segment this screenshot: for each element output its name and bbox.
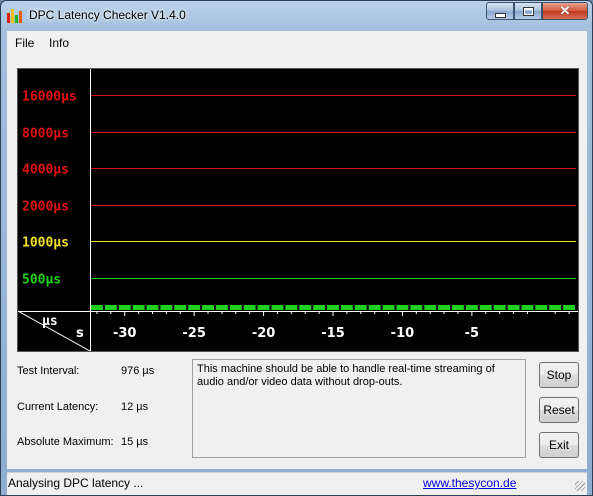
absolute-max-label: Absolute Maximum: — [17, 436, 114, 448]
title-bar[interactable]: DPC Latency Checker V1.4.0 ✕ — [1, 1, 592, 31]
close-icon: ✕ — [559, 3, 571, 18]
latency-bar — [327, 305, 339, 310]
latency-bar — [340, 305, 353, 310]
latency-bar — [410, 305, 423, 310]
latency-bar — [563, 305, 575, 310]
ylabel-1000: 1000µs — [22, 236, 69, 251]
latency-bar — [299, 305, 312, 310]
maximize-button[interactable] — [514, 2, 542, 20]
latency-bar — [479, 305, 492, 310]
test-interval-label: Test Interval: — [17, 365, 80, 377]
ylabel-500: 500µs — [22, 273, 61, 288]
ylabel-16000: 16000µs — [22, 90, 77, 105]
exit-button[interactable]: Exit — [539, 432, 579, 458]
minimize-button[interactable] — [486, 2, 514, 20]
ylabel-4000: 4000µs — [22, 163, 69, 178]
latency-bar — [229, 305, 242, 310]
latency-bar — [216, 305, 228, 310]
resize-grip[interactable] — [575, 481, 585, 491]
latency-bar — [132, 305, 145, 310]
latency-bar — [452, 305, 464, 310]
menu-info[interactable]: Info — [49, 36, 69, 50]
reset-button[interactable]: Reset — [539, 397, 579, 423]
latency-bar — [243, 305, 256, 310]
minimize-icon — [494, 12, 506, 18]
status-message: This machine should be able to handle re… — [192, 359, 526, 458]
latency-bar — [368, 305, 381, 310]
latency-bar — [382, 305, 395, 310]
latency-bar — [507, 305, 520, 310]
latency-bar — [549, 305, 562, 310]
unit-bottom-label: s — [76, 326, 84, 341]
website-link[interactable]: www.thesycon.de — [423, 476, 516, 490]
x-tick-label: -25 — [182, 326, 206, 341]
latency-chart: 16000µs 8000µs 4000µs 2000µs 1000µs 500µs µs s -… — [17, 68, 579, 352]
test-interval-value: 976 µs — [121, 365, 155, 377]
maximize-icon — [522, 6, 534, 16]
x-tick-label: -20 — [252, 326, 276, 341]
latency-bar — [174, 305, 187, 310]
latency-bar — [354, 305, 367, 310]
ylabel-2000: 2000µs — [22, 200, 69, 215]
close-button[interactable]: ✕ — [542, 2, 588, 20]
latency-bar — [535, 305, 548, 310]
status-bar: Analysing DPC latency ... www.thesycon.d… — [7, 472, 587, 495]
latency-bar — [146, 305, 159, 310]
menu-file[interactable]: File — [15, 36, 34, 50]
latency-bar — [188, 305, 201, 310]
bar-graph-icon — [7, 9, 23, 23]
menu-bar: File Info — [7, 31, 587, 55]
latency-bar — [313, 305, 326, 310]
latency-bar — [396, 305, 409, 310]
window-title: DPC Latency Checker V1.4.0 — [29, 8, 186, 22]
x-tick-label: -5 — [465, 326, 479, 341]
latency-chart-svg: 16000µs 8000µs 4000µs 2000µs 1000µs 500µs µs s -… — [18, 69, 578, 351]
latency-bar — [202, 305, 214, 310]
latency-bar — [271, 305, 284, 310]
absolute-max-value: 15 µs — [121, 436, 149, 448]
current-latency-label: Current Latency: — [17, 401, 99, 413]
latency-bar — [104, 305, 117, 310]
latency-bar — [438, 305, 450, 310]
x-tick-label: -10 — [391, 326, 415, 341]
current-latency-value: 12 µs — [121, 401, 149, 413]
stop-button[interactable]: Stop — [539, 362, 579, 388]
unit-top-label: µs — [42, 314, 58, 329]
latency-bar — [521, 305, 534, 310]
status-text: Analysing DPC latency ... — [8, 476, 144, 490]
app-window: DPC Latency Checker V1.4.0 ✕ File Info 1… — [0, 0, 593, 496]
latency-bar — [257, 305, 270, 310]
latency-bar — [118, 305, 131, 310]
x-tick-label: -30 — [113, 326, 137, 341]
latency-bar — [424, 305, 437, 310]
latency-bar — [465, 305, 478, 310]
latency-bar — [493, 305, 506, 310]
latency-bar — [160, 305, 173, 310]
client-area: File Info 16000µs 8000µs 4000µs 2000µs 1000µ… — [7, 31, 587, 495]
ylabel-8000: 8000µs — [22, 127, 69, 142]
latency-bar — [285, 305, 298, 310]
x-tick-label: -15 — [321, 326, 345, 341]
latency-bar — [91, 305, 103, 310]
